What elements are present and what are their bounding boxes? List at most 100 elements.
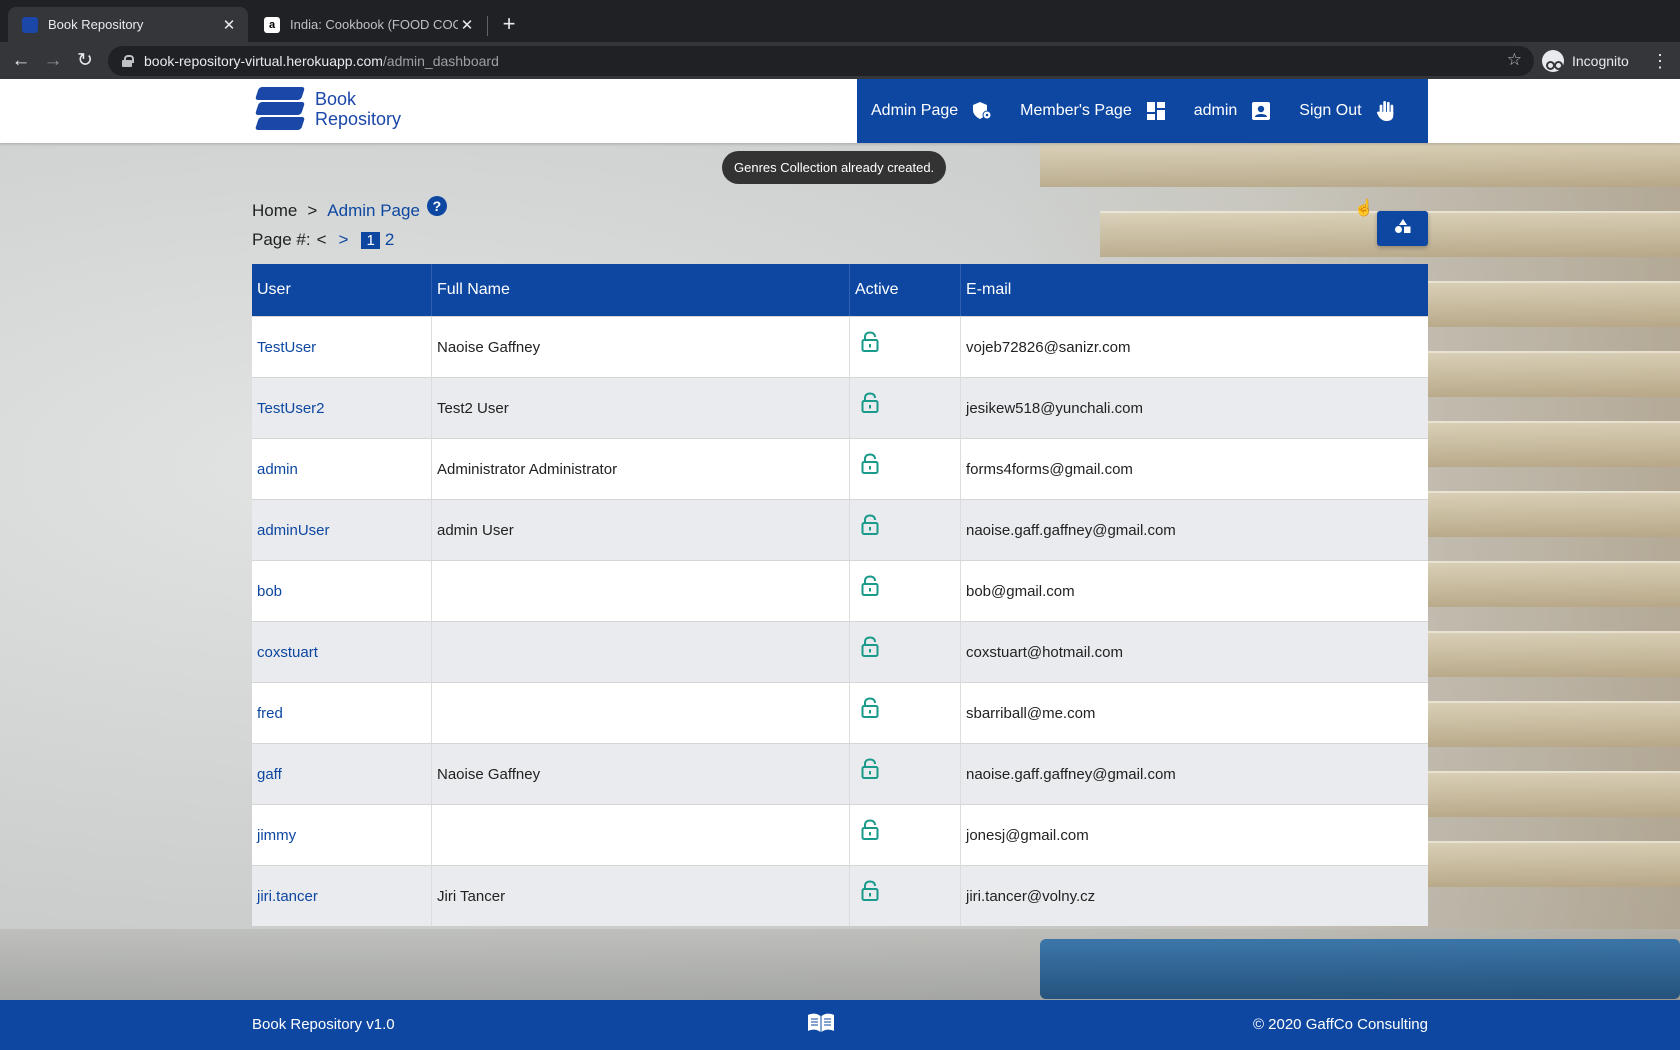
- user-link[interactable]: fred: [252, 705, 431, 722]
- reload-icon[interactable]: ↻: [72, 48, 98, 74]
- address-bar[interactable]: book-repository-virtual.herokuapp.com/ad…: [108, 46, 1534, 76]
- table-row: fred sbarriball@me.com: [252, 682, 1428, 743]
- footer-version: Book Repository v1.0: [252, 1016, 395, 1033]
- user-link[interactable]: adminUser: [252, 522, 431, 539]
- column-header-active[interactable]: Active: [849, 264, 960, 316]
- account-box-icon: [1251, 101, 1271, 121]
- create-collections-button[interactable]: [1377, 211, 1428, 246]
- url-path: /admin_dashboard: [382, 53, 499, 69]
- table-row: bob bob@gmail.com: [252, 560, 1428, 621]
- user-link[interactable]: bob: [252, 583, 431, 600]
- full-name-cell: admin User: [431, 500, 849, 560]
- breadcrumb-current[interactable]: Admin Page: [327, 201, 420, 221]
- unlocked-lock-icon[interactable]: [861, 636, 879, 662]
- table-row: TestUser2 Test2 User jesikew518@yunchali.c…: [252, 377, 1428, 438]
- user-link[interactable]: jiri.tancer: [252, 888, 431, 905]
- toast-notification: Genres Collection already created.: [722, 151, 947, 184]
- breadcrumb-separator: >: [307, 201, 318, 220]
- user-link[interactable]: admin: [252, 461, 431, 478]
- back-arrow-icon[interactable]: ←: [8, 48, 34, 74]
- email-cell: jiri.tancer@volny.cz: [960, 866, 1428, 926]
- user-link[interactable]: gaff: [252, 766, 431, 783]
- unlocked-lock-icon[interactable]: [861, 392, 879, 418]
- column-header-user[interactable]: User: [252, 281, 431, 299]
- user-link[interactable]: coxstuart: [252, 644, 431, 661]
- full-name-cell: Administrator Administrator: [431, 439, 849, 499]
- menu-admin-page[interactable]: Admin Page: [857, 79, 1006, 143]
- tab-title: India: Cookbook (FOOD COOK: [290, 17, 458, 32]
- dashboard-icon: [1146, 101, 1166, 121]
- email-cell: coxstuart@hotmail.com: [960, 622, 1428, 682]
- full-name-cell: [431, 561, 849, 621]
- tab-title: Book Repository: [48, 17, 144, 32]
- pagination-next[interactable]: >: [339, 230, 349, 250]
- user-link[interactable]: TestUser2: [252, 400, 431, 417]
- email-cell: bob@gmail.com: [960, 561, 1428, 621]
- email-cell: jonesj@gmail.com: [960, 805, 1428, 865]
- incognito-profile[interactable]: Incognito: [1542, 46, 1629, 76]
- pagination-page-2[interactable]: 2: [385, 230, 394, 250]
- forward-arrow-icon[interactable]: →: [40, 48, 66, 74]
- table-row: admin Administrator Administrator forms4fo…: [252, 438, 1428, 499]
- full-name-cell: Naoise Gaffney: [431, 744, 849, 804]
- unlocked-lock-icon[interactable]: [861, 575, 879, 601]
- active-cell: [849, 805, 960, 865]
- active-cell: [849, 561, 960, 621]
- page-body: Book Repository Admin Page Member's Page…: [0, 79, 1680, 1050]
- menu-sign-out-label: Sign Out: [1299, 102, 1362, 119]
- unlocked-lock-icon[interactable]: [861, 758, 879, 784]
- active-cell: [849, 317, 960, 377]
- browser-tab-book-repository[interactable]: Book Repository ✕: [8, 7, 248, 42]
- menu-admin-user[interactable]: admin: [1180, 79, 1286, 143]
- email-cell: forms4forms@gmail.com: [960, 439, 1428, 499]
- user-link[interactable]: jimmy: [252, 827, 431, 844]
- breadcrumb-home[interactable]: Home: [252, 201, 297, 221]
- active-cell: [849, 622, 960, 682]
- book-stack-logo-icon: [253, 83, 309, 135]
- menu-members-page-label: Member's Page: [1020, 102, 1132, 119]
- site-logo[interactable]: Book Repository: [253, 83, 401, 135]
- full-name-cell: [431, 622, 849, 682]
- column-header-email[interactable]: E-mail: [960, 264, 1428, 316]
- unlocked-lock-icon[interactable]: [861, 514, 879, 540]
- hand-cursor-icon: ☝: [1354, 200, 1374, 217]
- pagination-page-current[interactable]: 1: [361, 231, 380, 249]
- unlocked-lock-icon[interactable]: [861, 697, 879, 723]
- pagination-prev[interactable]: <: [317, 230, 327, 250]
- full-name-cell: Naoise Gaffney: [431, 317, 849, 377]
- bookmark-star-icon[interactable]: ☆: [1507, 50, 1522, 70]
- new-tab-plus-icon[interactable]: +: [498, 10, 520, 38]
- full-name-cell: Test2 User: [431, 378, 849, 438]
- close-icon[interactable]: ✕: [458, 16, 476, 34]
- browser-menu-icon[interactable]: ⋮: [1651, 48, 1669, 74]
- user-link[interactable]: TestUser: [252, 339, 431, 356]
- table-row: adminUser admin User naoise.gaff.gaffney@g…: [252, 499, 1428, 560]
- email-cell: naoise.gaff.gaffney@gmail.com: [960, 744, 1428, 804]
- menu-sign-out[interactable]: Sign Out: [1285, 79, 1409, 143]
- close-icon[interactable]: ✕: [220, 16, 238, 34]
- site-navbar: Book Repository Admin Page Member's Page…: [0, 79, 1680, 143]
- browser-toolbar: ← → ↻ book-repository-virtual.herokuapp.…: [0, 42, 1680, 79]
- unlocked-lock-icon[interactable]: [861, 331, 879, 357]
- pagination: Page #: < > 1 2: [252, 230, 394, 250]
- menu-members-page[interactable]: Member's Page: [1006, 79, 1180, 143]
- unlocked-lock-icon[interactable]: [861, 453, 879, 479]
- column-header-full-name[interactable]: Full Name: [431, 264, 849, 316]
- url-host: book-repository-virtual.herokuapp.com: [144, 53, 383, 69]
- email-cell: naoise.gaff.gaffney@gmail.com: [960, 500, 1428, 560]
- email-cell: vojeb72826@sanizr.com: [960, 317, 1428, 377]
- menu-admin-page-label: Admin Page: [871, 102, 959, 119]
- full-name-cell: Jiri Tancer: [431, 866, 849, 926]
- email-cell: sbarriball@me.com: [960, 683, 1428, 743]
- active-cell: [849, 378, 960, 438]
- browser-tab-cookbook[interactable]: a India: Cookbook (FOOD COOK ✕: [250, 7, 486, 42]
- pagination-label: Page #:: [252, 230, 311, 249]
- unlocked-lock-icon[interactable]: [861, 819, 879, 845]
- table-row: jiri.tancer Jiri Tancer jiri.tancer@volny.…: [252, 865, 1428, 926]
- help-question-icon[interactable]: ?: [426, 196, 447, 216]
- hand-wave-icon: [1376, 101, 1396, 121]
- admin-shield-icon: [972, 101, 992, 121]
- unlocked-lock-icon[interactable]: [861, 880, 879, 906]
- table-row: gaff Naoise Gaffney naoise.gaff.gaffney@gm…: [252, 743, 1428, 804]
- table-row: coxstuart coxstuart@hotmail.com: [252, 621, 1428, 682]
